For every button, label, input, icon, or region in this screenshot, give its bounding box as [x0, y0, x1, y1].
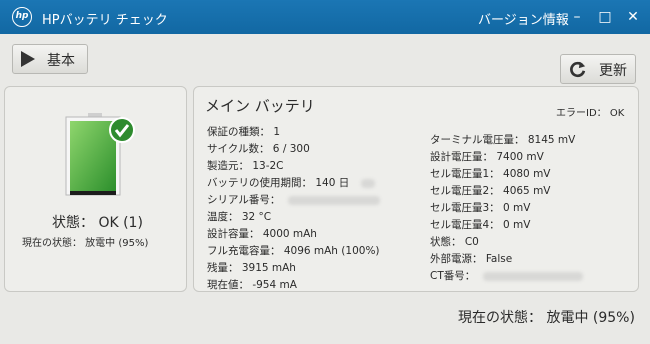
- redacted-ct-number: [482, 271, 583, 281]
- redacted-value: [360, 178, 375, 188]
- warranty-type-row: 保証の種類： 1: [207, 126, 281, 138]
- minimize-button[interactable]: –: [566, 7, 588, 27]
- maximize-button[interactable]: □: [594, 7, 616, 27]
- cycle-count-row: サイクル数： 6 / 300: [207, 143, 310, 155]
- refresh-button-label: 更新: [599, 63, 627, 79]
- battery-age-row: バッテリの使用期間： 140 日: [207, 175, 375, 190]
- main-battery-title: メイン バッテリ: [205, 97, 315, 115]
- remaining-capacity-row: 残量： 3915 mAh: [207, 262, 296, 274]
- manufacturer-row: 製造元： 13-2C: [207, 160, 284, 172]
- current-state-label: 現在の状態： 放電中 (95%): [22, 238, 149, 249]
- error-id-label: エラーID： OK: [556, 108, 625, 119]
- cell-voltage-4-row: セル電圧量4： 0 mV: [430, 219, 531, 231]
- cell-voltage-3-row: セル電圧量3： 0 mV: [430, 202, 531, 214]
- cell-voltage-2-row: セル電圧量2： 4065 mV: [430, 185, 551, 197]
- serial-number-label: シリアル番号：: [207, 194, 281, 206]
- ct-number-row: CT番号：: [430, 268, 583, 283]
- state-row: 状態： C0: [430, 236, 479, 248]
- footer-current-state: 現在の状態： 放電中 (95%): [458, 310, 635, 326]
- status-label: 状態： OK (1): [52, 215, 143, 231]
- temperature-row: 温度： 32 °C: [207, 211, 272, 223]
- design-voltage-row: 設計電圧量： 7400 mV: [430, 151, 544, 163]
- basic-button-label: 基本: [47, 53, 75, 69]
- external-power-row: 外部電源： False: [430, 253, 513, 265]
- hp-logo-icon: hp: [12, 7, 32, 27]
- checkmark-icon: [109, 117, 135, 143]
- current-value-row: 現在値： -954 mA: [207, 279, 297, 291]
- battery-age-label: バッテリの使用期間： 140 日: [207, 177, 350, 189]
- terminal-voltage-row: ターミナル電圧量： 8145 mV: [430, 134, 576, 146]
- ct-number-label: CT番号：: [430, 270, 476, 282]
- title-bar: hp HPバッテリ チェック バージョン情報 – □ ✕: [0, 0, 650, 34]
- app-title: HPバッテリ チェック: [42, 13, 168, 28]
- refresh-icon: [570, 61, 586, 78]
- refresh-button[interactable]: 更新: [560, 54, 636, 84]
- play-icon: [21, 51, 35, 67]
- basic-button[interactable]: 基本: [12, 44, 88, 74]
- serial-number-row: シリアル番号：: [207, 192, 380, 207]
- design-capacity-row: 設計容量： 4000 mAh: [207, 228, 317, 240]
- full-charge-capacity-row: フル充電容量： 4096 mAh (100%): [207, 245, 380, 257]
- version-info-link[interactable]: バージョン情報: [478, 9, 569, 28]
- cell-voltage-1-row: セル電圧量1： 4080 mV: [430, 168, 551, 180]
- redacted-serial: [287, 195, 380, 205]
- close-button[interactable]: ✕: [622, 7, 644, 27]
